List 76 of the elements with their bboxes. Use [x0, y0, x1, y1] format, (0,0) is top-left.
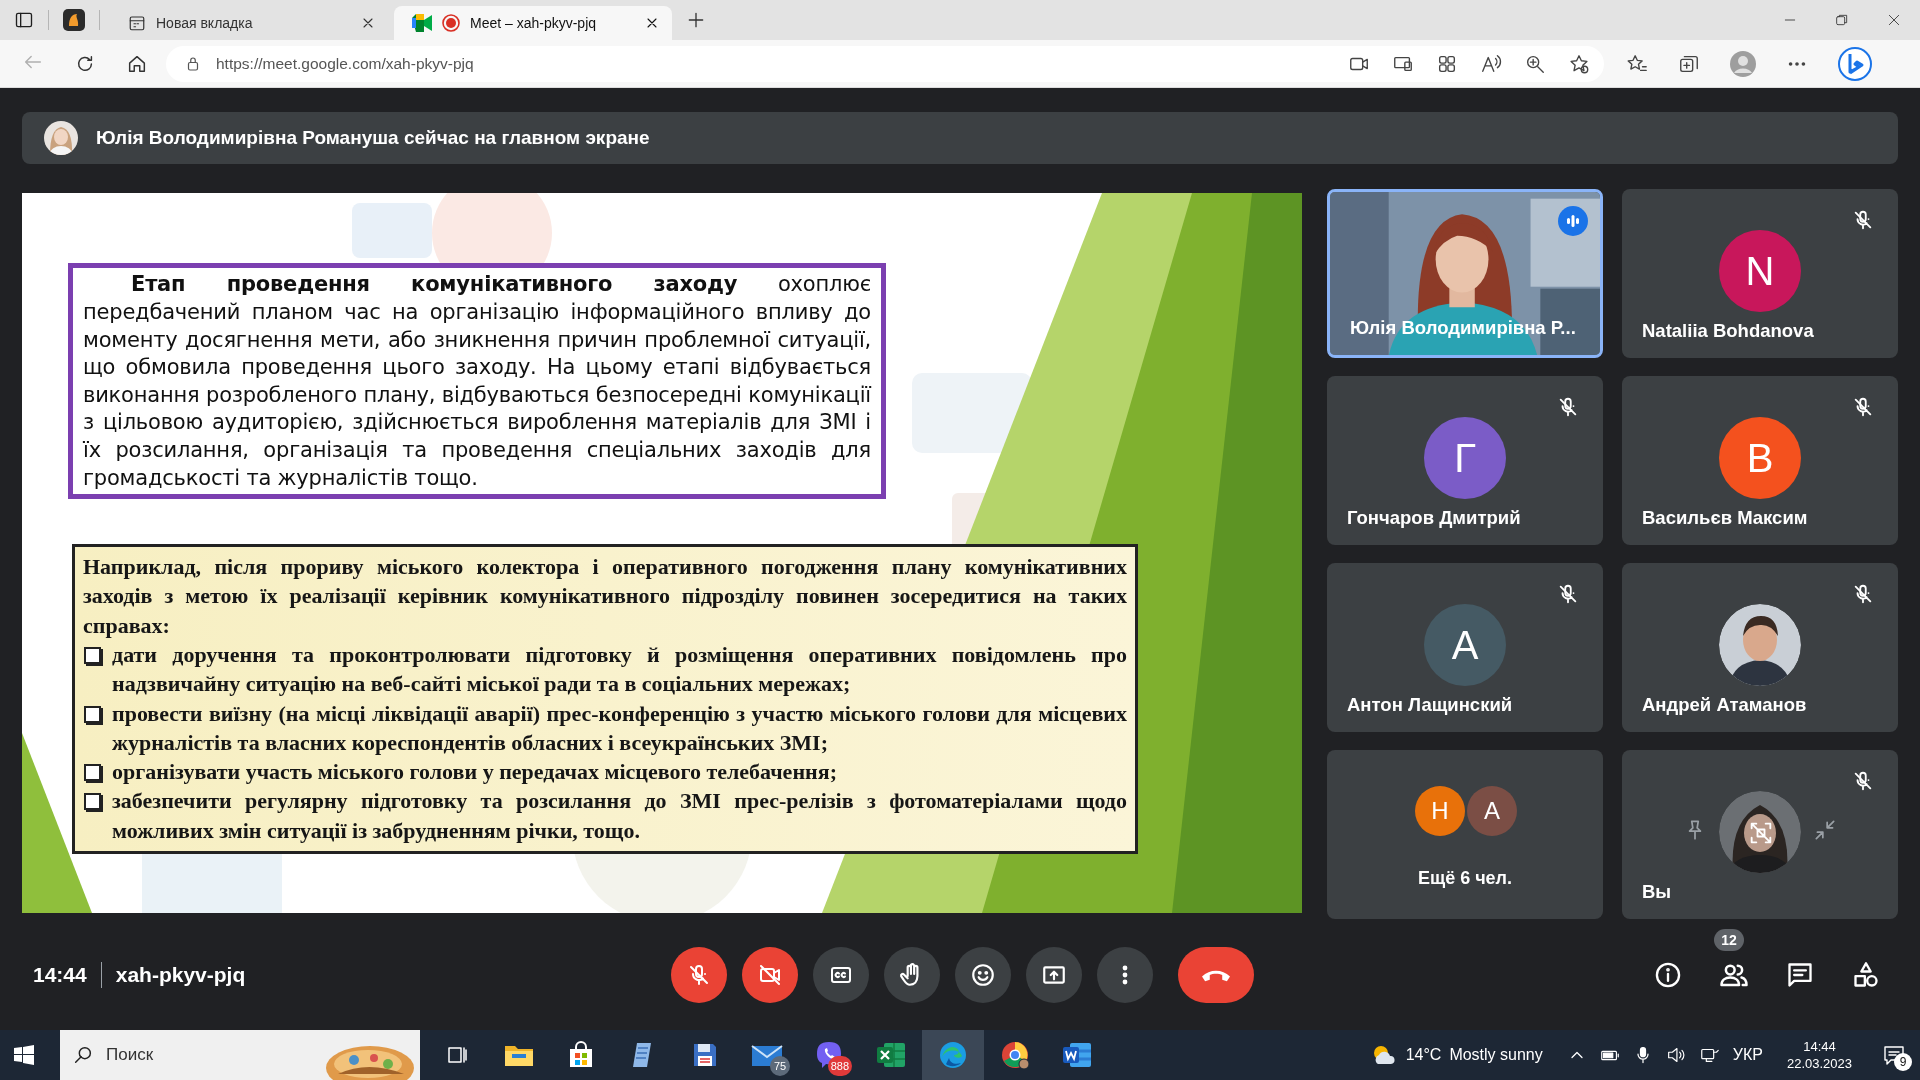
banner-text: Юлія Володимирівна Романуша сейчас на главном экране	[96, 127, 650, 150]
camera-off-icon	[758, 962, 782, 987]
square-bullet-icon	[84, 764, 101, 782]
document-app-icon	[1062, 1041, 1092, 1069]
browser-tab[interactable]: Новая вкладка	[110, 6, 388, 40]
app-icon[interactable]	[63, 9, 85, 31]
emoji-icon	[970, 961, 996, 988]
participant-name: Андрей Атаманов	[1642, 694, 1807, 717]
clock-time: 14:44	[33, 962, 87, 987]
tab-actions-icon[interactable]	[14, 10, 34, 30]
more-icon	[1122, 964, 1128, 985]
mic-off-icon	[687, 962, 711, 987]
participant-name: Антон Лащинский	[1347, 694, 1513, 717]
avatar: Г	[1424, 417, 1506, 500]
unread-count: 888	[827, 1056, 852, 1076]
notifications-button[interactable]: 9	[1876, 1035, 1912, 1075]
clock-time: 14:44	[1803, 1038, 1836, 1055]
read-aloud-icon[interactable]	[1480, 52, 1502, 75]
participant-name: Вы	[1642, 881, 1672, 904]
bullet-text: дати доручення та проконтролювати підготовку й розміщення оперативних повідомлень про надзвичайну ситуацію на веб-сайті міської ради та в соціальних мережах;	[112, 641, 1127, 699]
close-icon[interactable]	[1886, 12, 1902, 28]
start-icon[interactable]	[14, 1045, 34, 1065]
new-tab-icon[interactable]	[686, 10, 706, 30]
activities-icon	[1852, 960, 1880, 989]
swirl-logo-icon[interactable]	[1838, 46, 1872, 81]
weather-condition: Mostly sunny	[1449, 1046, 1543, 1064]
avatar: В	[1719, 417, 1801, 500]
search-field[interactable]: Поиск	[60, 1030, 420, 1080]
slide-paragraph: Наприклад, після прориву міського колектора і оперативного погодження плану комунікативних заходів з метою їх реалізації керівник комунікативного підрозділу повинен зосередитися на таких справах:	[83, 553, 1127, 640]
bullet-text: забезпечити регулярну підготовку та розсилання до ЗМІ прес-релізів з фотоматеріалами щодо можливих змін ситуації із забрудненням річки, тощо.	[112, 787, 1127, 845]
browser-tab[interactable]: Meet – xah-pkyv-pjq	[394, 6, 672, 40]
participant-name: Ещё 6 чел.	[1416, 868, 1514, 890]
notification-count: 9	[1894, 1053, 1912, 1071]
browser-icon	[938, 1040, 968, 1070]
video-call-logo-icon	[412, 14, 432, 32]
clock[interactable]: 14:44 22.03.2023	[1786, 1038, 1852, 1072]
taskbar-button[interactable]: 75	[736, 1030, 798, 1080]
add-favorite-icon[interactable]	[1568, 52, 1590, 75]
clock-date: 22.03.2023	[1786, 1055, 1852, 1072]
info-icon	[1654, 960, 1682, 989]
mic-off-icon	[1557, 396, 1579, 419]
mic-off-icon	[1557, 583, 1579, 606]
participant-name: Гончаров Дмитрий	[1347, 507, 1521, 530]
address-field[interactable]: https://meet.google.com/xah-pkyv-pjq	[166, 45, 1604, 82]
meeting-code: xah-pkyv-pjq	[115, 962, 246, 987]
store-icon	[567, 1041, 595, 1069]
taskbar-button[interactable]: 888	[798, 1030, 860, 1080]
avatar: N	[1719, 230, 1801, 313]
round-browser-icon	[1000, 1040, 1030, 1070]
restore-icon[interactable]	[1834, 12, 1850, 28]
slide-paragraph: Етап проведення комунікативного заходу охоплює передбачений планом час на організацію інформаційного впливу до моменту досягнення мети, або зникнення причин проблемної ситуації, що обмовила проведення цього заходу. На цьому етапі відбувається виконання розробленого плану, відбуваються безпосередні комунікації з цільовою аудиторією, здійснюється вироблення матеріалів для ЗМІ і їх розсилання, організація та проведення спеціальних заходів для громадськості та журналістів тощо.	[68, 263, 886, 500]
spreadsheet-app-icon	[876, 1041, 906, 1069]
participant-name: Васильєв Максим	[1642, 507, 1808, 530]
input-language[interactable]: УКР	[1732, 1046, 1763, 1064]
mic-off-icon	[1852, 396, 1874, 419]
mic-off-icon	[1852, 770, 1874, 793]
square-bullet-icon	[84, 793, 101, 811]
search-icon	[72, 1044, 94, 1066]
mic-off-icon	[1852, 583, 1874, 606]
chat-icon	[1786, 960, 1814, 989]
avatar: Н	[1415, 786, 1465, 837]
weather-temperature: 14°C	[1405, 1046, 1442, 1064]
participant-name: Nataliia Bohdanova	[1642, 320, 1814, 343]
avatar: А	[1467, 786, 1517, 837]
unread-count: 75	[770, 1056, 790, 1076]
square-bullet-icon	[84, 647, 101, 664]
search-input[interactable]: Поиск	[104, 1044, 308, 1066]
participant-count: 12	[1714, 928, 1744, 951]
bullet-text: провести виїзну (на місці ліквідації аварії) прес-конференцію з участю міського голови для місцевих журналістів та власних кореспондентів обласних і всеукраїнських ЗМІ;	[112, 699, 1127, 757]
square-bullet-icon	[84, 705, 101, 723]
bullet-text: організувати участь міського голови у передачах місцевого телебачення;	[112, 758, 838, 787]
notifications-icon	[1882, 1043, 1906, 1067]
participant-name: Юлія Володимирівна Р...	[1350, 317, 1576, 340]
avatar: А	[1424, 604, 1506, 687]
mic-off-icon	[1852, 209, 1874, 232]
calendar-icon	[128, 14, 146, 32]
